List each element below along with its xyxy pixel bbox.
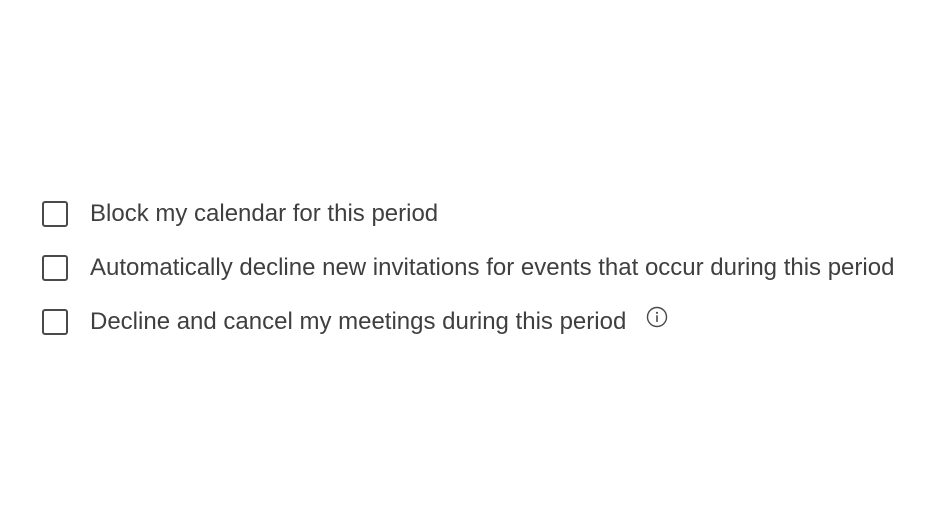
decline-cancel-option[interactable]: Decline and cancel my meetings during th… <box>42 306 922 337</box>
auto-decline-label: Automatically decline new invitations fo… <box>90 254 895 281</box>
auto-decline-checkbox[interactable] <box>42 255 68 281</box>
decline-cancel-label: Decline and cancel my meetings during th… <box>90 308 627 335</box>
block-calendar-option[interactable]: Block my calendar for this period <box>42 199 922 229</box>
calendar-options: Block my calendar for this period Automa… <box>42 199 922 337</box>
auto-decline-option[interactable]: Automatically decline new invitations fo… <box>42 253 922 283</box>
info-icon[interactable] <box>646 306 668 328</box>
block-calendar-checkbox[interactable] <box>42 201 68 227</box>
block-calendar-label: Block my calendar for this period <box>90 200 439 227</box>
decline-cancel-checkbox[interactable] <box>42 309 68 335</box>
info-icon-glyph <box>647 306 668 328</box>
